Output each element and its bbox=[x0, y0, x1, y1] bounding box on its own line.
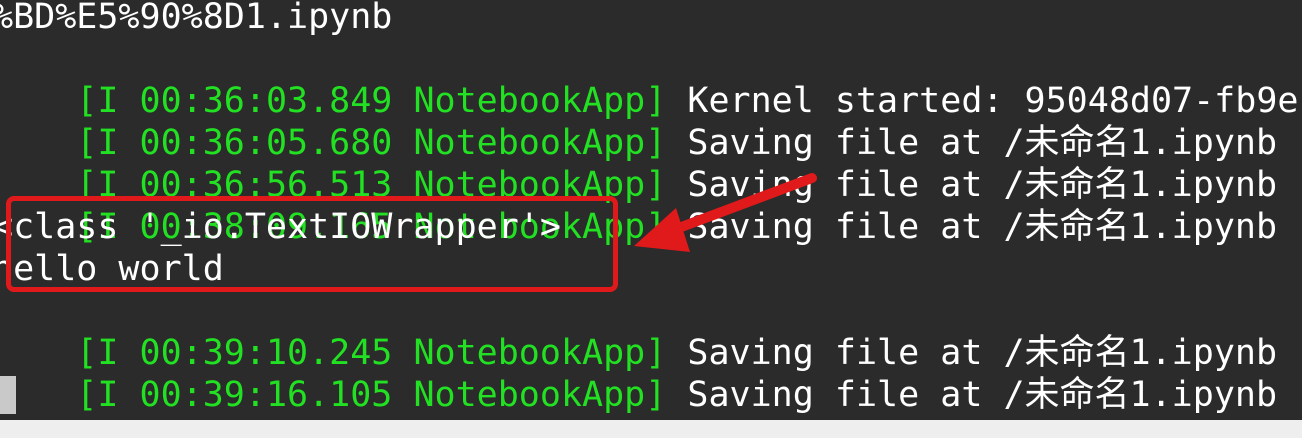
header-line: %BD%E5%90%8D1.ipynb bbox=[0, 0, 393, 37]
output-line-type: <class '_io.TextIOWrapper'> bbox=[0, 207, 561, 247]
log-line: [I 00:36:56.513 NotebookApp] Saving file… bbox=[0, 122, 1277, 205]
log-line: [I 00:36:03.849 NotebookApp] Kernel star… bbox=[0, 38, 1302, 121]
log-line: [I 00:38:09.165 NotebookApp] Saving file… bbox=[0, 164, 1277, 247]
log-line: [I 00:39:16.105 NotebookApp] Saving file… bbox=[0, 332, 1277, 415]
log-message: Saving file at /未命名1.ipynb bbox=[687, 375, 1278, 415]
log-line: [I 00:39:10.245 NotebookApp] Saving file… bbox=[0, 290, 1277, 373]
log-line: [I 00:36:05.680 NotebookApp] Saving file… bbox=[0, 80, 1277, 163]
window-bottom-bar bbox=[0, 420, 1302, 438]
log-tag: [I 00:39:16.105 NotebookApp] bbox=[76, 375, 667, 415]
output-line-hello: hello world bbox=[0, 249, 224, 289]
log-message: Saving file at /未命名1.ipynb bbox=[687, 207, 1278, 247]
terminal-cursor bbox=[0, 376, 16, 414]
terminal-window[interactable]: %BD%E5%90%8D1.ipynb [I 00:36:03.849 Note… bbox=[0, 0, 1302, 420]
